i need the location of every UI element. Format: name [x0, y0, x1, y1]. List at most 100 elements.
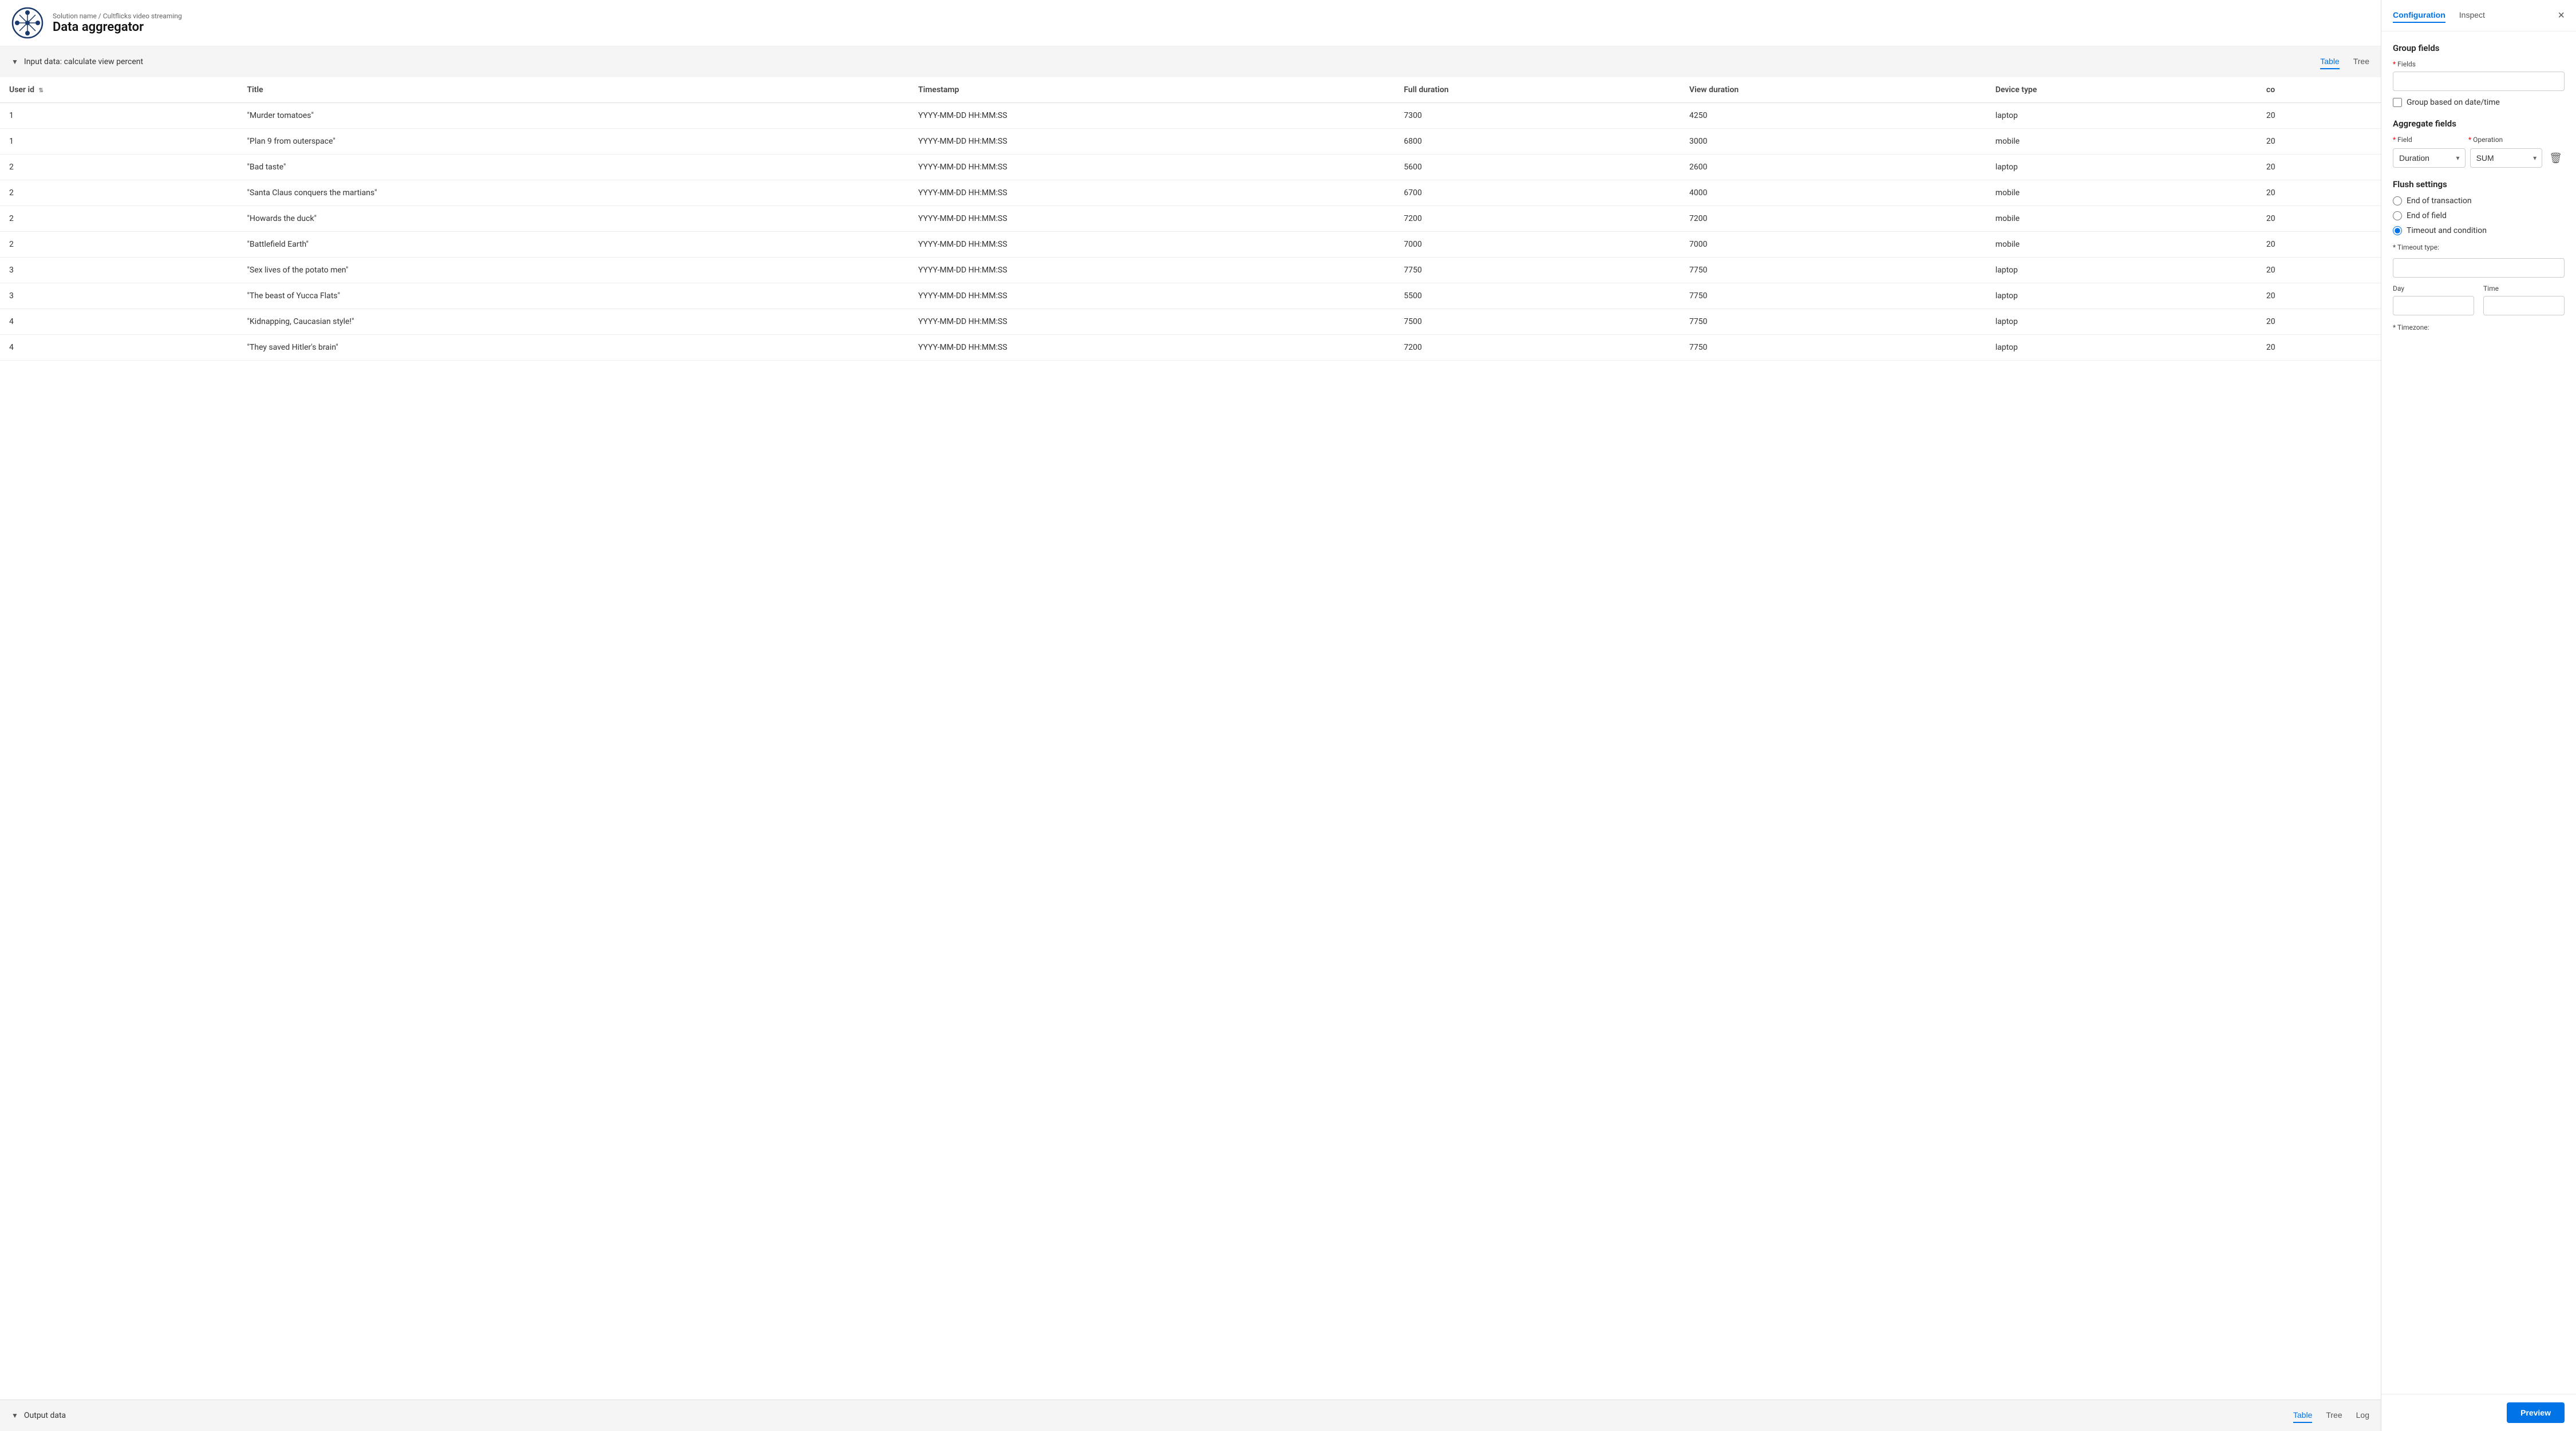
table-row: 2"Battlefield Earth"YYYY-MM-DD HH:MM:SS7… [0, 232, 2381, 258]
input-section-header-left: ▼ Input data: calculate view percent [11, 57, 143, 66]
table-cell: mobile [1986, 232, 2257, 258]
panel-tabs: Configuration Inspect [2393, 8, 2485, 23]
group-date-checkbox[interactable] [2393, 98, 2402, 107]
input-section-header[interactable]: ▼ Input data: calculate view percent Tab… [0, 46, 2381, 77]
table-cell: 5600 [1394, 155, 1680, 180]
table-cell: 7750 [1680, 335, 1986, 361]
table-cell: 2 [0, 206, 238, 232]
timeout-type-input[interactable] [2393, 258, 2565, 278]
page-title: Data aggregator [53, 20, 182, 34]
table-cell: 2 [0, 155, 238, 180]
table-cell: 4000 [1680, 180, 1986, 206]
day-label: Day [2393, 284, 2474, 292]
time-input[interactable] [2483, 296, 2565, 315]
timeout-and-condition-radio[interactable] [2393, 226, 2402, 235]
operation-select[interactable]: SUM AVG MIN MAX COUNT [2470, 148, 2543, 168]
table-cell: 5500 [1394, 283, 1680, 309]
table-cell: 4250 [1680, 103, 1986, 129]
table-cell: 4 [0, 335, 238, 361]
table-cell: 2 [0, 232, 238, 258]
day-time-row: Day Time [2393, 284, 2565, 315]
aggregate-fields-title: Aggregate fields [2393, 118, 2565, 129]
radio-end-of-field: End of field [2393, 211, 2565, 220]
table-cell: "Murder tomatoes" [238, 103, 909, 129]
table-cell: 3000 [1680, 129, 1986, 155]
table-cell: "Kidnapping, Caucasian style!" [238, 309, 909, 335]
input-section-chevron-icon: ▼ [11, 58, 18, 66]
table-row: 4"Kidnapping, Caucasian style!"YYYY-MM-D… [0, 309, 2381, 335]
input-tab-tree[interactable]: Tree [2353, 54, 2369, 69]
table-row: 2"Howards the duck"YYYY-MM-DD HH:MM:SS72… [0, 206, 2381, 232]
table-cell: laptop [1986, 258, 2257, 283]
table-cell: "Plan 9 from outerspace" [238, 129, 909, 155]
table-row: 2"Bad taste"YYYY-MM-DD HH:MM:SS56002600l… [0, 155, 2381, 180]
input-tab-table[interactable]: Table [2320, 54, 2339, 69]
table-cell: 6700 [1394, 180, 1680, 206]
operation-select-wrap: SUM AVG MIN MAX COUNT [2470, 148, 2543, 168]
table-cell: 20 [2257, 206, 2381, 232]
table-cell: "Howards the duck" [238, 206, 909, 232]
table-header-row: User id ⇅ Title Timestamp Full duration [0, 77, 2381, 103]
close-button[interactable]: × [2558, 10, 2565, 21]
table-cell: 7200 [1680, 206, 1986, 232]
app-logo [11, 7, 44, 39]
input-section-tabs: Table Tree [2320, 54, 2369, 69]
right-panel: Configuration Inspect × Group fields * F… [2381, 0, 2576, 1431]
table-cell: 6800 [1394, 129, 1680, 155]
preview-button[interactable]: Preview [2507, 1402, 2565, 1423]
day-input[interactable] [2393, 296, 2474, 315]
flush-settings-section: Flush settings End of transaction End of… [2393, 179, 2565, 335]
main-area: Solution name / Cultflicks video streami… [0, 0, 2381, 1431]
table-cell: 7300 [1394, 103, 1680, 129]
table-row: 2"Santa Claus conquers the martians"YYYY… [0, 180, 2381, 206]
right-panel-header: Configuration Inspect × [2381, 0, 2576, 31]
breadcrumb: Solution name / Cultflicks video streami… [53, 12, 182, 20]
table-cell: 7200 [1394, 206, 1680, 232]
app-header: Solution name / Cultflicks video streami… [0, 0, 2381, 46]
table-cell: 20 [2257, 335, 2381, 361]
group-fields-title: Group fields [2393, 43, 2565, 53]
field-headers-row: * Field * Operation [2393, 136, 2565, 144]
group-date-label: Group based on date/time [2407, 98, 2500, 107]
end-of-transaction-radio[interactable] [2393, 196, 2402, 205]
aggregate-fields-section: Aggregate fields * Field * Operation Dur… [2393, 118, 2565, 168]
table-cell: "The beast of Yucca Flats" [238, 283, 909, 309]
col-header-title: Title [238, 77, 909, 103]
table-cell: mobile [1986, 206, 2257, 232]
table-cell: YYYY-MM-DD HH:MM:SS [909, 309, 1394, 335]
aggregate-field-row: Duration Full duration View duration SUM… [2393, 148, 2565, 168]
table-cell: laptop [1986, 283, 2257, 309]
flush-settings-title: Flush settings [2393, 179, 2565, 189]
fields-required-star: * [2393, 60, 2396, 68]
app-title-area: Solution name / Cultflicks video streami… [53, 12, 182, 34]
field-select-wrap: Duration Full duration View duration [2393, 148, 2466, 168]
table-cell: "Battlefield Earth" [238, 232, 909, 258]
panel-tab-inspect[interactable]: Inspect [2459, 8, 2485, 23]
table-cell: 1 [0, 103, 238, 129]
panel-content: Group fields * Fields Group based on dat… [2381, 31, 2576, 1394]
table-cell: 2 [0, 180, 238, 206]
table-cell: YYYY-MM-DD HH:MM:SS [909, 129, 1394, 155]
panel-tab-configuration[interactable]: Configuration [2393, 8, 2445, 23]
output-tab-table[interactable]: Table [2293, 1408, 2312, 1423]
table-cell: 7750 [1680, 309, 1986, 335]
table-cell: laptop [1986, 335, 2257, 361]
output-tab-log[interactable]: Log [2356, 1408, 2369, 1423]
table-cell: laptop [1986, 309, 2257, 335]
sort-icon-user-id[interactable]: ⇅ [38, 88, 43, 94]
field-select[interactable]: Duration Full duration View duration [2393, 148, 2466, 168]
radio-timeout-and-condition: Timeout and condition [2393, 226, 2565, 235]
table-cell: YYYY-MM-DD HH:MM:SS [909, 180, 1394, 206]
delete-aggregate-field-button[interactable]: 🗑 [2547, 151, 2565, 165]
table-cell: "Bad taste" [238, 155, 909, 180]
output-tab-tree[interactable]: Tree [2326, 1408, 2342, 1423]
table-cell: 20 [2257, 309, 2381, 335]
output-section-tabs: Table Tree Log [2293, 1408, 2369, 1423]
table-cell: 20 [2257, 180, 2381, 206]
timezone-label: * Timezone: [2393, 323, 2565, 331]
col-header-full-duration: Full duration [1394, 77, 1680, 103]
col-header-timestamp: Timestamp [909, 77, 1394, 103]
end-of-field-radio[interactable] [2393, 211, 2402, 220]
radio-end-of-transaction: End of transaction [2393, 196, 2565, 205]
fields-input[interactable] [2393, 72, 2565, 91]
